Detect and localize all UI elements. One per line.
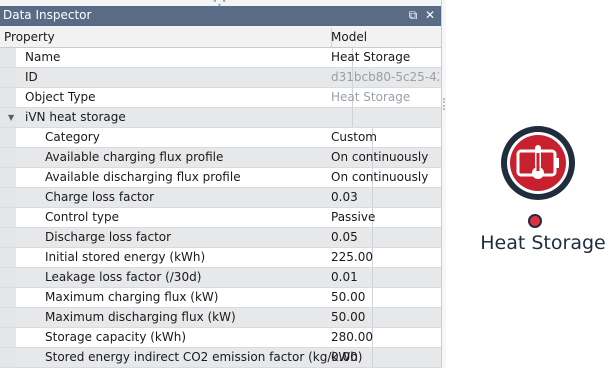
grid-header-row: Property Model (0, 28, 441, 48)
heat-storage-icon (501, 126, 575, 200)
property-value[interactable]: 0.05 (331, 228, 439, 247)
close-icon[interactable]: ✕ (423, 8, 437, 22)
float-window-icon[interactable]: ⧉ (406, 8, 420, 22)
property-name: iVN heat storage (0, 108, 353, 127)
property-row[interactable]: Discharge loss factor 0.05 (0, 228, 441, 248)
property-name: Storage capacity (kWh) (0, 328, 373, 347)
property-value[interactable]: Custom (331, 128, 439, 147)
property-name: Charge loss factor (0, 188, 373, 207)
property-name: Control type (0, 208, 373, 227)
node-label: Heat Storage (480, 232, 606, 254)
panel-titlebar[interactable]: Data Inspector ⧉ ✕ (0, 6, 441, 26)
property-value[interactable]: 0.00 (331, 348, 439, 367)
splitter-grip (443, 98, 447, 110)
panel-title: Data Inspector (3, 8, 92, 22)
property-value (331, 108, 439, 127)
property-name: Name (0, 48, 353, 67)
property-row[interactable]: Storage capacity (kWh) 280.00 (0, 328, 441, 348)
property-value[interactable]: 280.00 (331, 328, 439, 347)
property-name: Available charging flux profile (0, 148, 373, 167)
property-name: ID (0, 68, 353, 87)
property-row[interactable]: Leakage loss factor (/30d) 0.01 (0, 268, 441, 288)
property-row[interactable]: Object Type Heat Storage (0, 88, 441, 108)
property-value[interactable]: Passive (331, 208, 439, 227)
property-value[interactable]: Heat Storage (331, 48, 439, 67)
column-header-model[interactable]: Model (331, 28, 439, 47)
data-inspector-panel: • • • Data Inspector ⧉ ✕ Property Model … (0, 0, 442, 368)
property-value[interactable]: 0.01 (331, 268, 439, 287)
property-row[interactable]: Control type Passive (0, 208, 441, 228)
property-value[interactable]: On continuously (331, 148, 439, 167)
property-name: Maximum charging flux (kW) (0, 288, 373, 307)
property-grid: Property Model Name Heat Storage ID d31bcb8… (0, 28, 441, 368)
property-row[interactable]: Category Custom (0, 128, 441, 148)
property-row[interactable]: Stored energy indirect CO2 emission fact… (0, 348, 441, 368)
panel-splitter[interactable] (442, 0, 446, 368)
property-name: Leakage loss factor (/30d) (0, 268, 373, 287)
property-row[interactable]: ID d31bcb80-5c25-42f (0, 68, 441, 88)
property-name: Available discharging flux profile (0, 168, 373, 187)
property-value: d31bcb80-5c25-42f (331, 70, 439, 84)
heat-storage-node[interactable] (498, 123, 578, 203)
property-name: Discharge loss factor (0, 228, 373, 247)
panel-drag-grip[interactable]: • • • (210, 0, 230, 10)
property-value[interactable]: 50.00 (331, 288, 439, 307)
node-connection-port[interactable] (528, 214, 542, 228)
property-name: Category (0, 128, 373, 147)
property-row[interactable]: Maximum charging flux (kW) 50.00 (0, 288, 441, 308)
property-value[interactable]: On continuously (331, 168, 439, 187)
property-row[interactable]: Charge loss factor 0.03 (0, 188, 441, 208)
property-name: Stored energy indirect CO2 emission fact… (0, 348, 373, 367)
property-value: Heat Storage (331, 90, 411, 104)
property-row[interactable]: Maximum discharging flux (kW) 50.00 (0, 308, 441, 328)
property-name: Maximum discharging flux (kW) (0, 308, 373, 327)
property-row[interactable]: Available discharging flux profile On con… (0, 168, 441, 188)
property-row[interactable]: Initial stored energy (kWh) 225.00 (0, 248, 441, 268)
property-name: Initial stored energy (kWh) (0, 248, 373, 267)
collapse-chevron-icon[interactable]: ▼ (8, 108, 14, 127)
property-name: Object Type (0, 88, 353, 107)
property-row[interactable]: Available charging flux profile On contin… (0, 148, 441, 168)
property-value[interactable]: 225.00 (331, 248, 439, 267)
property-row[interactable]: Name Heat Storage (0, 48, 441, 68)
property-value[interactable]: 0.03 (331, 188, 439, 207)
property-value[interactable]: 50.00 (331, 308, 439, 327)
column-header-property[interactable]: Property (0, 28, 332, 47)
group-row-ivn-heat-storage[interactable]: iVN heat storage ▼ (0, 108, 441, 128)
